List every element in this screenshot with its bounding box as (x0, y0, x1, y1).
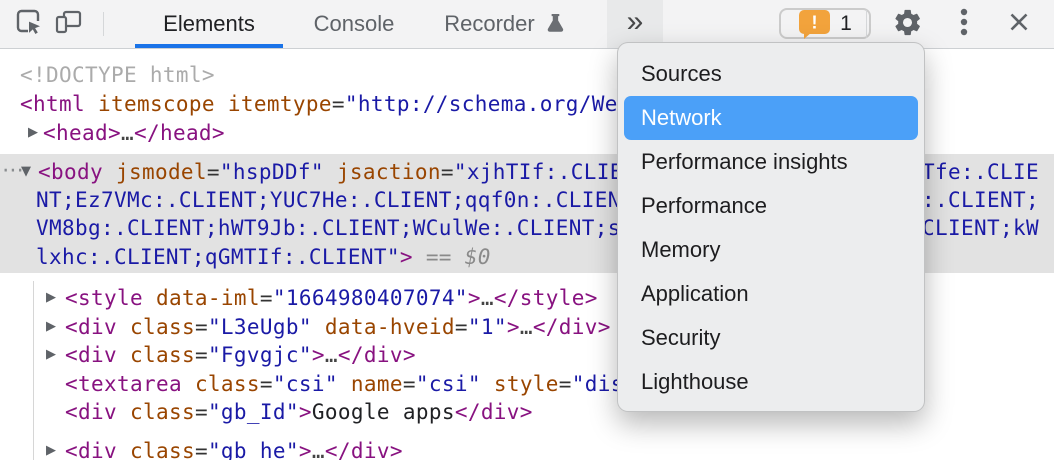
toolbar-divider (866, 10, 867, 38)
menu-item-network[interactable]: Network (624, 96, 918, 140)
settings-button[interactable] (890, 8, 924, 41)
active-tab-underline (135, 44, 283, 48)
tab-label: Elements (163, 11, 255, 37)
inspect-cursor-icon (14, 7, 44, 42)
expand-arrow-icon[interactable]: ▶ (46, 437, 56, 460)
node-head[interactable]: ▶<head>…</head> (43, 119, 225, 147)
kebab-menu-button[interactable] (950, 8, 978, 41)
menu-item-application[interactable]: Application (624, 272, 918, 316)
node-html[interactable]: <html itemscope itemtype="http://schema.… (20, 90, 696, 118)
expand-arrow-icon[interactable]: ▶ (46, 341, 56, 369)
close-devtools-button[interactable] (1002, 8, 1036, 41)
experiment-flask-icon (543, 12, 566, 37)
node-body-line2[interactable]: NT;Ez7VMc:.CLIENT;YUC7He:.CLIENT;qqf0n:.… (36, 186, 673, 214)
more-tools-menu: SourcesNetworkPerformance insightsPerfor… (617, 42, 925, 412)
collapse-arrow-icon[interactable]: ▼ (21, 158, 31, 186)
tab-label: Recorder (444, 11, 534, 37)
inspect-element-button[interactable] (12, 8, 46, 41)
menu-item-memory[interactable]: Memory (624, 228, 918, 272)
node-div-fgvgjc[interactable]: ▶<div class="Fgvgjc">…</div> (65, 341, 416, 369)
toolbar-divider (103, 12, 104, 36)
menu-item-lighthouse[interactable]: Lighthouse (624, 360, 918, 404)
node-div-gb-id[interactable]: <div class="gb_Id">Google apps</div> (65, 398, 533, 426)
node-doctype[interactable]: <!DOCTYPE html> (20, 61, 215, 89)
expand-arrow-icon[interactable]: ▶ (46, 313, 56, 341)
devtools-window: <!DOCTYPE html><html itemscope itemtype=… (0, 0, 1054, 460)
tab-label: Console (314, 11, 395, 37)
wrapped-text-fragment: Tfe:.CLIE (922, 158, 1039, 186)
menu-item-performance[interactable]: Performance (624, 184, 918, 228)
svg-text:!: ! (812, 12, 818, 32)
issues-count: 1 (840, 12, 852, 36)
more-tabs-button[interactable]: » (607, 0, 663, 48)
indent-guide-line (33, 281, 34, 460)
close-icon (1005, 8, 1033, 41)
node-div-gb-he[interactable]: ▶<div class="gb_he">…</div> (65, 437, 403, 460)
three-dots-icon (957, 6, 971, 43)
node-div-l3eugb[interactable]: ▶<div class="L3eUgb" data-hveid="1">…</d… (65, 313, 611, 341)
issues-badge-button[interactable]: ! 1 (779, 8, 871, 39)
wrapped-text-fragment: CLIENT;kW (922, 214, 1039, 242)
node-body-line4[interactable]: lxhc:.CLIENT;qGMTIf:.CLIENT"> == $0 (36, 243, 491, 271)
tab-console[interactable]: Console (296, 0, 412, 48)
menu-item-performance-insights[interactable]: Performance insights (624, 140, 918, 184)
tab-elements[interactable]: Elements (135, 0, 283, 48)
device-toolbar-icon (54, 7, 84, 42)
menu-item-security[interactable]: Security (624, 316, 918, 360)
node-style[interactable]: ▶<style data-iml="1664980407074">…</styl… (65, 284, 598, 312)
tab-recorder[interactable]: Recorder (425, 0, 585, 48)
node-body-line3[interactable]: VM8bg:.CLIENT;hWT9Jb:.CLIENT;WCulWe:.CLI… (36, 214, 673, 242)
warning-bubble-icon: ! (798, 9, 831, 39)
node-body-line1[interactable]: ⋯▼<body jsmodel="hspDDf" jsaction="xjhTI… (38, 158, 688, 186)
expand-arrow-icon[interactable]: ▶ (28, 119, 38, 147)
menu-item-sources[interactable]: Sources (624, 52, 918, 96)
toggle-device-toolbar-button[interactable] (52, 8, 86, 41)
chevron-double-right-icon: » (627, 7, 644, 42)
gear-icon (892, 7, 923, 43)
wrapped-text-fragment: :.CLIENT; (922, 186, 1039, 214)
expand-arrow-icon[interactable]: ▶ (46, 284, 56, 312)
